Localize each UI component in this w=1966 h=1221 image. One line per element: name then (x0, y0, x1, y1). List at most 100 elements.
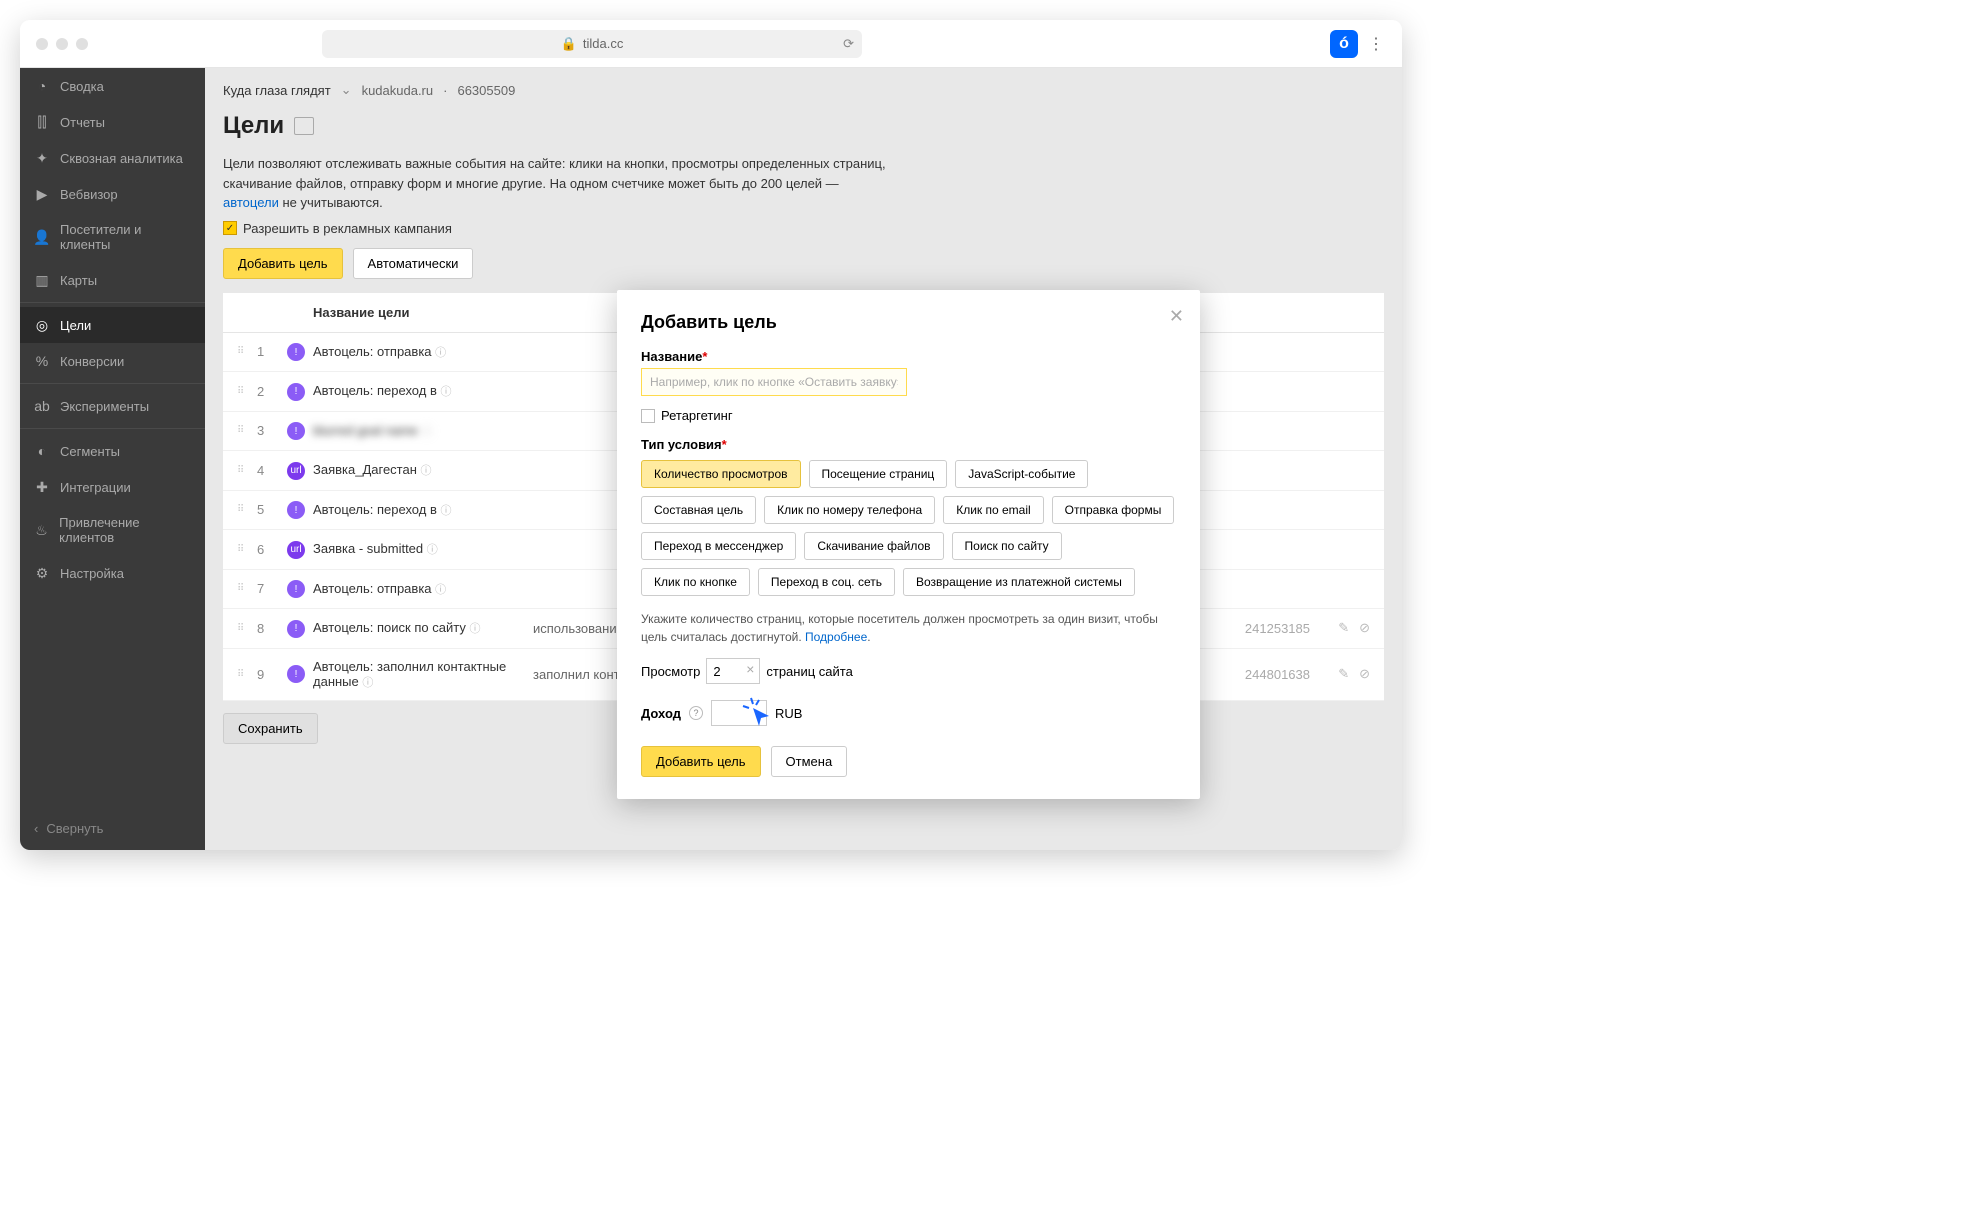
type-pill-10[interactable]: Клик по кнопке (641, 568, 750, 596)
button-row: Добавить цель Автоматически (205, 246, 1402, 293)
type-pill-6[interactable]: Отправка формы (1052, 496, 1175, 524)
drag-handle-icon[interactable]: ⠿ (237, 504, 257, 515)
sidebar-item-7[interactable]: %Конверсии (20, 343, 205, 379)
clock-icon: ◔ (34, 78, 50, 94)
name-label: Название* (641, 349, 1176, 364)
drag-handle-icon[interactable]: ⠿ (237, 465, 257, 476)
row-number: 9 (257, 667, 287, 682)
type-pill-12[interactable]: Возвращение из платежной системы (903, 568, 1135, 596)
type-pills: Количество просмотров Посещение страницJa… (641, 460, 1176, 596)
delete-icon[interactable]: ⊘ (1359, 620, 1370, 636)
gear-icon: ⚙ (34, 565, 50, 581)
add-goal-button[interactable]: Добавить цель (223, 248, 343, 279)
close-icon[interactable]: ✕ (1169, 306, 1184, 327)
currency-label: RUB (775, 706, 802, 721)
page-description: Цели позволяют отслеживать важные событи… (205, 154, 905, 219)
goal-name: Заявка_Дагестан ⓘ (313, 462, 533, 478)
type-pill-2[interactable]: JavaScript-событие (955, 460, 1088, 488)
sidebar-item-label: Карты (60, 273, 97, 288)
sidebar-item-2[interactable]: ✦Сквозная аналитика (20, 140, 205, 176)
drag-handle-icon[interactable]: ⠿ (237, 583, 257, 594)
sidebar-item-9[interactable]: ◐ Сегменты (20, 433, 205, 469)
sidebar-item-11[interactable]: ♨Привлечение клиентов (20, 505, 205, 555)
modal-submit-button[interactable]: Добавить цель (641, 746, 761, 777)
edit-icon[interactable]: ✎ (1338, 666, 1349, 682)
checkbox-checked-icon[interactable]: ✓ (223, 221, 237, 235)
edit-icon[interactable]: ✎ (1338, 620, 1349, 636)
sidebar-item-12[interactable]: ⚙Настройка (20, 555, 205, 591)
sidebar-collapse[interactable]: ‹ Свернуть (20, 807, 205, 850)
drag-handle-icon[interactable]: ⠿ (237, 669, 257, 680)
income-input[interactable] (711, 700, 767, 726)
pie-icon: ◐ (34, 443, 50, 459)
drag-handle-icon[interactable]: ⠿ (237, 346, 257, 357)
drag-handle-icon[interactable]: ⠿ (237, 623, 257, 634)
drag-handle-icon[interactable]: ⠿ (237, 425, 257, 436)
auto-goals-button[interactable]: Автоматически (353, 248, 474, 279)
row-number: 8 (257, 621, 287, 636)
address-bar[interactable]: 🔒 tilda.cc ⟳ (322, 30, 862, 58)
type-pill-1[interactable]: Посещение страниц (809, 460, 948, 488)
row-number: 4 (257, 463, 287, 478)
lock-icon: 🔒 (561, 36, 577, 52)
income-label: Доход (641, 706, 681, 721)
sidebar-item-label: Вебвизор (60, 187, 118, 202)
type-pill-0[interactable]: Количество просмотров (641, 460, 801, 488)
sidebar-item-label: Цели (60, 318, 91, 333)
row-number: 3 (257, 423, 287, 438)
chevron-down-icon[interactable]: ⌄ (341, 82, 352, 98)
type-pill-8[interactable]: Скачивание файлов (804, 532, 943, 560)
help-book-icon[interactable] (294, 117, 314, 135)
sidebar-item-label: Сегменты (60, 444, 120, 459)
learn-more-link[interactable]: Подробнее (805, 630, 867, 644)
sidebar-item-label: Интеграции (60, 480, 131, 495)
checkbox-icon[interactable] (641, 409, 655, 423)
goal-name: Автоцель: отправка ⓘ (313, 344, 533, 360)
person-icon: 👤 (34, 229, 50, 245)
sidebar-item-label: Привлечение клиентов (59, 515, 191, 545)
drag-handle-icon[interactable]: ⠿ (237, 544, 257, 555)
save-button[interactable]: Сохранить (223, 713, 318, 744)
row-number: 5 (257, 502, 287, 517)
goal-name-input[interactable] (641, 368, 907, 396)
type-pill-11[interactable]: Переход в соц. сеть (758, 568, 895, 596)
refresh-icon[interactable]: ⟳ (843, 36, 854, 52)
sidebar-item-3[interactable]: ▶Вебвизор (20, 176, 205, 212)
type-pill-7[interactable]: Переход в мессенджер (641, 532, 796, 560)
domain-text: kudakuda.ru (362, 83, 434, 98)
permission-label: Разрешить в рекламных кампания (243, 221, 452, 236)
type-pill-9[interactable]: Поиск по сайту (952, 532, 1062, 560)
sidebar-item-10[interactable]: ✚Интеграции (20, 469, 205, 505)
row-number: 7 (257, 581, 287, 596)
sidebar-item-5[interactable]: ▥Карты (20, 262, 205, 298)
sidebar-item-6[interactable]: ◎Цели (20, 307, 205, 343)
app: ◔Сводка⫿⫿Отчеты✦Сквозная аналитика▶Вебви… (20, 68, 1402, 850)
goal-type-icon: ! (287, 422, 313, 441)
counter-id: 66305509 (457, 83, 515, 98)
project-name[interactable]: Куда глаза глядят (223, 83, 331, 98)
info-icon[interactable]: ? (689, 706, 703, 720)
browser-menu-icon[interactable]: ⋮ (1366, 34, 1386, 54)
sidebar-item-0[interactable]: ◔Сводка (20, 68, 205, 104)
sidebar-item-8[interactable]: abЭксперименты (20, 388, 205, 424)
sidebar-item-label: Конверсии (60, 354, 124, 369)
extension-icon[interactable]: ó (1330, 30, 1358, 58)
modal-cancel-button[interactable]: Отмена (771, 746, 848, 777)
goal-type-icon: url (287, 461, 313, 480)
add-goal-modal: ✕ Добавить цель Название* Ретаргетинг Ти… (617, 290, 1200, 799)
sidebar-item-4[interactable]: 👤Посетители и клиенты (20, 212, 205, 262)
type-pill-5[interactable]: Клик по email (943, 496, 1043, 524)
sidebar-item-1[interactable]: ⫿⫿Отчеты (20, 104, 205, 140)
type-pill-3[interactable]: Составная цель (641, 496, 756, 524)
sidebar-item-label: Отчеты (60, 115, 105, 130)
row-number: 1 (257, 344, 287, 359)
delete-icon[interactable]: ⊘ (1359, 666, 1370, 682)
drag-handle-icon[interactable]: ⠿ (237, 386, 257, 397)
autogoals-link[interactable]: автоцели (223, 195, 279, 210)
type-pill-4[interactable]: Клик по номеру телефона (764, 496, 935, 524)
goal-id: 244801638 (1200, 667, 1310, 682)
views-input[interactable] (706, 658, 760, 684)
traffic-lights[interactable] (36, 38, 88, 50)
browser-chrome: 🔒 tilda.cc ⟳ ó ⋮ (20, 20, 1402, 68)
row-number: 2 (257, 384, 287, 399)
